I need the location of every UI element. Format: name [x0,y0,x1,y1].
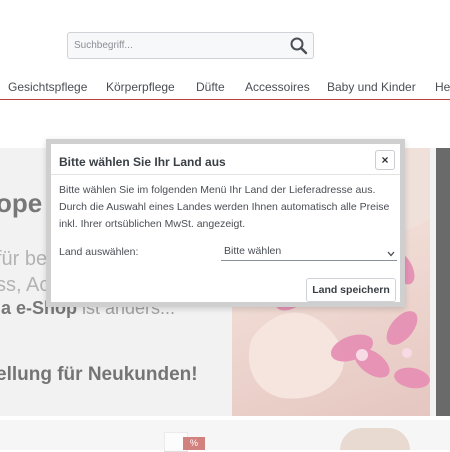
dialog-description: Bitte wählen Sie im folgenden Menü Ihr L… [59,184,390,230]
search-icon[interactable] [289,36,309,56]
close-button[interactable]: × [375,150,395,170]
country-select-dialog: Bitte wählen Sie Ihr Land aus × Bitte wä… [46,139,405,307]
nav-item-duefte[interactable]: Düfte [196,80,225,94]
dialog-title: Bitte wählen Sie Ihr Land aus [59,155,226,169]
main-navigation: Gesichtspflege Körperpflege Düfte Access… [0,76,450,98]
page: Gesichtspflege Körperpflege Düfte Access… [0,0,450,452]
nav-item-more[interactable]: He [435,80,450,94]
save-country-button[interactable]: Land speichern [306,278,396,302]
nav-item-accessoires[interactable]: Accessoires [245,80,310,94]
country-select[interactable]: Bitte wählen [221,244,397,261]
search-box [67,32,314,59]
country-select-value: Bitte wählen [224,245,282,257]
nav-item-baby-und-kinder[interactable]: Baby und Kinder [327,80,416,94]
chevron-down-icon [386,246,396,257]
nav-item-koerperpflege[interactable]: Körperpflege [106,80,175,94]
search-input[interactable] [68,33,284,58]
dialog-divider [51,174,400,175]
country-field-label: Land auswählen: [59,246,139,258]
close-icon: × [381,153,389,167]
nav-item-gesichtspflege[interactable]: Gesichtspflege [8,80,87,94]
nav-divider [0,99,450,100]
